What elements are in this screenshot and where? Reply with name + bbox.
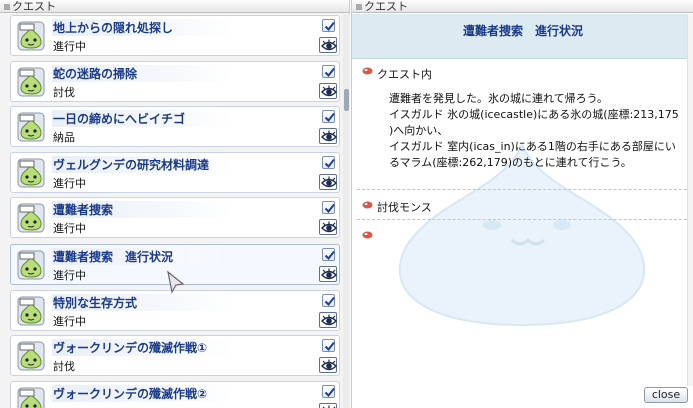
window-title: クエスト xyxy=(12,0,56,13)
content-line: るマラム(座標:262,179)のもとに連れて行こう。 xyxy=(389,156,632,169)
quest-title: 遭難者捜索 進行状況 xyxy=(52,248,232,265)
section-divider xyxy=(357,219,687,220)
eye-icon[interactable] xyxy=(319,37,337,53)
quest-item[interactable]: 一日の締めにへビイチゴ納品 xyxy=(10,106,340,147)
quest-item[interactable]: 特別な生存方式進行中 xyxy=(10,290,340,331)
quest-item[interactable]: ヴェルグンデの研究材料調達進行中 xyxy=(10,152,340,193)
quest-list: 地上からの隠れ処探し 進行中 蛇の迷路の掃除 討伐 一日の締めにへビイチゴ 納品 ヴェルグン… xyxy=(0,14,350,408)
quest-list-titlebar[interactable]: クエスト xyxy=(0,0,349,13)
quest-checkbox[interactable] xyxy=(322,385,335,398)
monster-label: 討伐モンス xyxy=(377,201,432,214)
bullet-icon xyxy=(362,67,373,75)
quest-checkbox[interactable] xyxy=(322,156,335,169)
bullet-icon xyxy=(362,201,373,209)
slime-face-icon xyxy=(17,341,45,371)
detail-title: 遭難者捜索 進行状況 xyxy=(462,24,583,38)
quest-checkbox[interactable] xyxy=(322,19,335,32)
section-divider xyxy=(357,189,687,190)
eye-icon[interactable] xyxy=(319,174,337,190)
quest-title: 遭難者捜索 xyxy=(52,201,232,218)
eye-icon[interactable] xyxy=(319,219,337,235)
scrollbar[interactable] xyxy=(343,14,350,408)
quest-detail-titlebar[interactable]: クエスト xyxy=(352,0,693,13)
content-line: )へ向かい、 xyxy=(389,124,449,137)
quest-status: 進行中 xyxy=(53,315,86,328)
content-line: 遭難者を発見した。氷の城に連れて帰ろう。 xyxy=(389,92,609,105)
content-line: イスガルド 氷の城(icecastle)にある氷の城(座標:213,175 xyxy=(389,108,679,121)
eye-icon[interactable] xyxy=(319,403,337,408)
quest-checkbox[interactable] xyxy=(322,248,335,261)
slime-face-icon xyxy=(17,158,45,188)
quest-status: 進行中 xyxy=(53,177,86,190)
quest-title: 蛇の迷路の掃除 xyxy=(52,65,232,82)
content-label: クエスト内 xyxy=(377,68,432,81)
quest-status: 進行中 xyxy=(53,222,86,235)
window-title: クエスト xyxy=(364,0,408,13)
quest-status: 討伐 xyxy=(53,86,75,99)
quest-status: 進行中 xyxy=(53,269,86,282)
eye-icon[interactable] xyxy=(319,266,337,282)
close-button[interactable]: close xyxy=(644,387,688,403)
quest-checkbox[interactable] xyxy=(322,294,335,307)
slime-face-icon xyxy=(17,112,45,142)
quest-title: ヴォークリンデの殲滅作戦① xyxy=(52,339,232,356)
quest-title: 地上からの隠れ処探し xyxy=(52,19,232,36)
quest-title: ヴェルグンデの研究材料調達 xyxy=(52,156,232,173)
slime-face-icon xyxy=(17,387,45,408)
quest-status: 納品 xyxy=(53,131,75,144)
quest-ui: クエスト 地上からの隠れ処探し 進行中 蛇の迷路の掃除 討伐 一日の締めにへビイチゴ 納品… xyxy=(0,0,693,408)
slime-face-icon xyxy=(17,203,45,233)
quest-item[interactable]: ヴォークリンデの殲滅作戦② xyxy=(10,381,340,408)
quest-title: ヴォークリンデの殲滅作戦② xyxy=(52,385,232,402)
slime-face-icon xyxy=(17,250,45,280)
quest-item[interactable]: 蛇の迷路の掃除 討伐 xyxy=(10,61,340,102)
eye-icon[interactable] xyxy=(319,128,337,144)
window-icon xyxy=(356,4,362,10)
slime-face-icon xyxy=(17,21,45,51)
quest-status: 討伐 xyxy=(53,360,75,373)
quest-title: 一日の締めにへビイチゴ xyxy=(52,110,232,127)
quest-checkbox[interactable] xyxy=(322,65,335,78)
mouse-cursor-icon xyxy=(167,270,185,294)
window-icon xyxy=(4,4,10,10)
eye-icon[interactable] xyxy=(319,312,337,328)
quest-detail-window: クエスト 遭難者捜索 進行状況 クエスト内 遭難者を発見した。氷の城に連れて帰ろ… xyxy=(351,0,693,408)
quest-checkbox[interactable] xyxy=(322,201,335,214)
eye-icon[interactable] xyxy=(319,357,337,373)
quest-item[interactable]: 地上からの隠れ処探し進行中 xyxy=(10,15,340,56)
bullet-icon xyxy=(362,231,373,239)
slime-face-icon xyxy=(17,296,45,326)
slime-face-icon xyxy=(17,67,45,97)
quest-checkbox[interactable] xyxy=(322,339,335,352)
detail-scrollbar[interactable] xyxy=(687,14,693,386)
eye-icon[interactable] xyxy=(319,83,337,99)
quest-checkbox[interactable] xyxy=(322,110,335,123)
content-line: イスガルド 室内(icas_in)にある1階の右手にある部屋にい xyxy=(389,140,676,153)
quest-list-window: クエスト 地上からの隠れ処探し 進行中 蛇の迷路の掃除 討伐 一日の締めにへビイチゴ 納品… xyxy=(0,0,350,408)
scrollbar-thumb[interactable] xyxy=(344,89,349,111)
quest-status: 進行中 xyxy=(53,40,86,53)
quest-title: 特別な生存方式 xyxy=(52,294,232,311)
content-body: 遭難者を発見した。氷の城に連れて帰ろう。 イスガルド 氷の城(icecastle… xyxy=(389,91,679,171)
quest-item[interactable]: 遭難者捜索 進行中 xyxy=(10,197,340,238)
quest-item[interactable]: ヴォークリンデの殲滅作戦① 討伐 xyxy=(10,335,340,376)
